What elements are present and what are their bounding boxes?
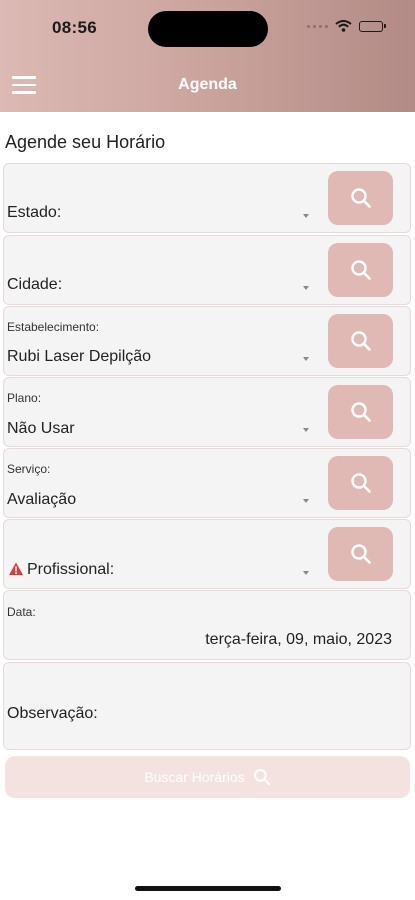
- cidade-label: Cidade:: [7, 276, 63, 293]
- home-indicator: [135, 886, 281, 891]
- data-value: terça-feira, 09, maio, 2023: [205, 631, 392, 648]
- status-icons: [307, 20, 386, 32]
- dropdown-caret-icon: [303, 214, 309, 218]
- estado-label: Estado:: [7, 204, 62, 221]
- wifi-icon: [335, 20, 352, 32]
- battery-icon: [359, 20, 386, 32]
- dropdown-caret-icon: [303, 571, 309, 575]
- estabelecimento-value: Rubi Laser Depilção: [7, 348, 152, 365]
- servico-label: Serviço:: [7, 462, 51, 476]
- estabelecimento-label: Estabelecimento:: [7, 320, 100, 334]
- data-label: Data:: [7, 605, 36, 619]
- servico-value: Avaliação: [7, 491, 77, 508]
- dropdown-caret-icon: [303, 357, 309, 361]
- dynamic-island: [148, 11, 268, 47]
- search-icon: [350, 260, 371, 280]
- search-icon: [350, 402, 371, 422]
- plano-search-button[interactable]: [328, 385, 393, 439]
- warning-icon: [9, 562, 23, 575]
- estado-search-button[interactable]: [328, 171, 393, 225]
- cidade-search-button[interactable]: [328, 243, 393, 297]
- dropdown-caret-icon: [303, 286, 309, 290]
- nav-title: Agenda: [178, 76, 237, 93]
- profissional-label: Profissional:: [27, 561, 115, 578]
- servico-field[interactable]: Serviço: Avaliação: [3, 448, 411, 518]
- estabelecimento-search-button[interactable]: [328, 314, 393, 368]
- observacao-field[interactable]: Observação:: [3, 662, 411, 750]
- servico-search-button[interactable]: [328, 456, 393, 510]
- app-header: 08:56 Agenda: [0, 0, 415, 112]
- buscar-horarios-button[interactable]: Buscar Horários: [5, 756, 410, 798]
- plano-value: Não Usar: [7, 420, 75, 437]
- search-icon: [350, 331, 371, 351]
- plano-field[interactable]: Plano: Não Usar: [3, 377, 411, 447]
- search-icon: [253, 769, 270, 786]
- status-time: 08:56: [52, 18, 97, 37]
- dropdown-caret-icon: [303, 428, 309, 432]
- search-icon: [350, 473, 371, 493]
- cellular-signal-icon: [307, 24, 328, 28]
- profissional-search-button[interactable]: [328, 527, 393, 581]
- search-icon: [350, 188, 371, 208]
- data-field[interactable]: Data: terça-feira, 09, maio, 2023: [3, 590, 411, 660]
- search-icon: [350, 544, 371, 564]
- profissional-field[interactable]: Profissional:: [3, 519, 411, 589]
- observacao-label: Observação:: [7, 705, 98, 722]
- plano-label: Plano:: [7, 391, 42, 405]
- estado-field[interactable]: Estado:: [3, 163, 411, 233]
- page-title: Agende seu Horário: [5, 132, 166, 152]
- estabelecimento-field[interactable]: Estabelecimento: Rubi Laser Depilção: [3, 306, 411, 376]
- cidade-field[interactable]: Cidade:: [3, 235, 411, 305]
- dropdown-caret-icon: [303, 499, 309, 503]
- buscar-horarios-label: Buscar Horários: [144, 769, 245, 785]
